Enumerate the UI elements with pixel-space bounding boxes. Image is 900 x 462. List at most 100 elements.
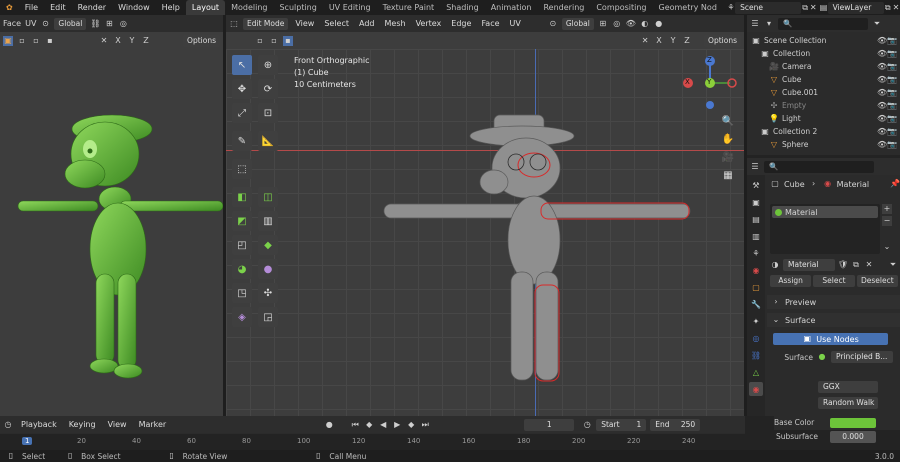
measure-tool[interactable]: 📐 xyxy=(258,131,278,151)
close-icon[interactable]: ✕ xyxy=(892,3,900,13)
select-box-tool[interactable]: ↖ xyxy=(232,55,252,75)
render-camera-icon[interactable]: 📷 xyxy=(887,75,897,85)
output-tab-icon[interactable]: ▤ xyxy=(749,212,763,226)
copy-icon[interactable]: ⧉ xyxy=(801,3,809,13)
proportional-icon[interactable]: ◎ xyxy=(612,19,622,29)
properties-search[interactable]: 🔍 xyxy=(764,160,874,173)
axis-y-toggle[interactable]: Y xyxy=(668,36,678,46)
render-camera-icon[interactable]: 📷 xyxy=(887,49,897,59)
tab-modeling[interactable]: Modeling xyxy=(225,0,273,15)
jump-start-icon[interactable]: ⏮ xyxy=(350,420,360,430)
menu-vertex[interactable]: Vertex xyxy=(413,16,445,31)
material-tab-icon[interactable]: ◉ xyxy=(749,382,763,396)
select-mode-label[interactable]: Face xyxy=(3,19,21,28)
axis-z-toggle[interactable]: Z xyxy=(141,36,151,46)
axis-y-toggle[interactable]: Y xyxy=(127,36,137,46)
menu-help[interactable]: Help xyxy=(156,0,186,15)
fake-user-icon[interactable]: 🛡 xyxy=(838,260,848,270)
copy-icon[interactable]: ⧉ xyxy=(884,3,892,13)
outliner-item[interactable]: ▽ Cube 👁 📷 xyxy=(747,73,900,86)
outliner-item[interactable]: ▣ Collection 👁 📷 xyxy=(747,47,900,60)
filter-icon[interactable]: ⏷ xyxy=(888,260,898,270)
menu-file[interactable]: File xyxy=(19,0,44,15)
tool-tab-icon[interactable]: ⚒ xyxy=(749,178,763,192)
visibility-eye-icon[interactable]: 👁 xyxy=(877,49,887,59)
material-browse-icon[interactable]: ◑ xyxy=(770,260,780,270)
render-camera-icon[interactable]: 📷 xyxy=(887,36,897,46)
pivot-icon[interactable]: ⊙ xyxy=(40,19,50,29)
end-frame-field[interactable]: End 250 xyxy=(650,418,701,431)
tab-uv-editing[interactable]: UV Editing xyxy=(323,0,377,15)
outliner-search[interactable]: 🔍 xyxy=(778,17,868,30)
unlink-icon[interactable]: ✕ xyxy=(864,260,874,270)
render-camera-icon[interactable]: 📷 xyxy=(887,101,897,111)
prev-keyframe-icon[interactable]: ◆ xyxy=(364,420,374,430)
surface-shader-field[interactable]: Principled B... xyxy=(831,351,893,363)
material-slots-list[interactable]: Material xyxy=(770,204,880,254)
visibility-icon[interactable]: 👁 xyxy=(626,19,636,29)
view-layer-icon[interactable]: ▤ xyxy=(819,3,828,13)
pin-icon[interactable]: 📌 xyxy=(890,179,900,189)
subsurface-field[interactable]: 0.000 xyxy=(830,431,876,443)
move-tool[interactable]: ✥ xyxy=(232,79,252,99)
timeline-editor-icon[interactable]: ◷ xyxy=(3,420,13,430)
start-frame-field[interactable]: Start 1 xyxy=(596,418,647,431)
uv-menu[interactable]: UV xyxy=(25,19,36,28)
properties-editor-icon[interactable]: ☰ xyxy=(750,162,760,172)
select-icon[interactable]: ▣ xyxy=(3,35,13,46)
visibility-eye-icon[interactable]: 👁 xyxy=(877,36,887,46)
camera-icon[interactable]: 🎥 xyxy=(720,149,736,165)
xray-icon[interactable]: ✕ xyxy=(99,36,109,46)
menu-edit[interactable]: Edit xyxy=(44,0,72,15)
pivot-icon[interactable]: ⊙ xyxy=(548,19,558,29)
zoom-icon[interactable]: 🔍 xyxy=(720,113,736,129)
render-tab-icon[interactable]: ▣ xyxy=(749,195,763,209)
overlay-icon[interactable]: ◐ xyxy=(640,19,650,29)
cursor-tool[interactable]: ⊕ xyxy=(258,55,278,75)
tab-geometry-nodes[interactable]: Geometry Nod xyxy=(653,0,723,15)
subsurface-method-dropdown[interactable]: Random Walk xyxy=(818,397,878,409)
render-camera-icon[interactable]: 📷 xyxy=(887,114,897,124)
visibility-eye-icon[interactable]: 👁 xyxy=(877,127,887,137)
select-mode-face-icon[interactable]: ▪ xyxy=(283,35,293,46)
outliner-item[interactable]: ▽ Sphere 👁 📷 xyxy=(747,138,900,151)
visibility-eye-icon[interactable]: 👁 xyxy=(877,75,887,85)
menu-playback[interactable]: Playback xyxy=(17,417,61,432)
rotate-tool[interactable]: ⟳ xyxy=(258,79,278,99)
loop-cut-tool[interactable]: ▥ xyxy=(258,211,278,231)
options-dropdown[interactable]: Options xyxy=(183,34,220,47)
filter-icon[interactable]: ⏷ xyxy=(872,19,882,29)
tab-layout[interactable]: Layout xyxy=(185,0,226,15)
smooth-tool[interactable]: ● xyxy=(258,259,278,279)
outliner-editor-icon[interactable]: ☰ xyxy=(750,19,760,29)
scene-icon[interactable]: ⚘ xyxy=(727,3,735,13)
play-icon[interactable]: ▶ xyxy=(392,420,402,430)
clock-icon[interactable]: ◷ xyxy=(582,420,592,430)
physics-tab-icon[interactable]: ◎ xyxy=(749,331,763,345)
visibility-eye-icon[interactable]: 👁 xyxy=(877,101,887,111)
scene-tab-icon[interactable]: ⚘ xyxy=(749,246,763,260)
edge-mode-icon[interactable]: ▫ xyxy=(31,36,41,46)
face-mode-icon[interactable]: ▪ xyxy=(45,36,55,46)
tab-shading[interactable]: Shading xyxy=(440,0,485,15)
menu-keying[interactable]: Keying xyxy=(65,417,100,432)
particles-tab-icon[interactable]: ✦ xyxy=(749,314,763,328)
editor-type-icon[interactable]: ⬚ xyxy=(229,19,239,29)
pan-icon[interactable]: ✋ xyxy=(720,131,736,147)
inset-tool[interactable]: ◫ xyxy=(258,187,278,207)
menu-edge[interactable]: Edge xyxy=(448,16,474,31)
proportional-icon[interactable]: ◎ xyxy=(118,19,128,29)
play-reverse-icon[interactable]: ◀ xyxy=(378,420,388,430)
outliner-item[interactable]: 🎥 Camera 👁 📷 xyxy=(747,60,900,73)
render-camera-icon[interactable]: 📷 xyxy=(887,88,897,98)
material-name-field[interactable]: Material xyxy=(783,259,835,271)
axis-z-toggle[interactable]: Z xyxy=(682,36,692,46)
tab-sculpting[interactable]: Sculpting xyxy=(273,0,322,15)
render-camera-icon[interactable]: 📷 xyxy=(887,62,897,72)
shading-solid-icon[interactable]: ● xyxy=(654,19,664,29)
extrude-tool[interactable]: ◧ xyxy=(232,187,252,207)
outliner-item[interactable]: ✣ Empty 👁 📷 xyxy=(747,99,900,112)
mode-dropdown[interactable]: Edit Mode xyxy=(243,17,289,30)
menu-window[interactable]: Window xyxy=(112,0,156,15)
filter-dropdown-icon[interactable]: ▾ xyxy=(764,19,774,29)
